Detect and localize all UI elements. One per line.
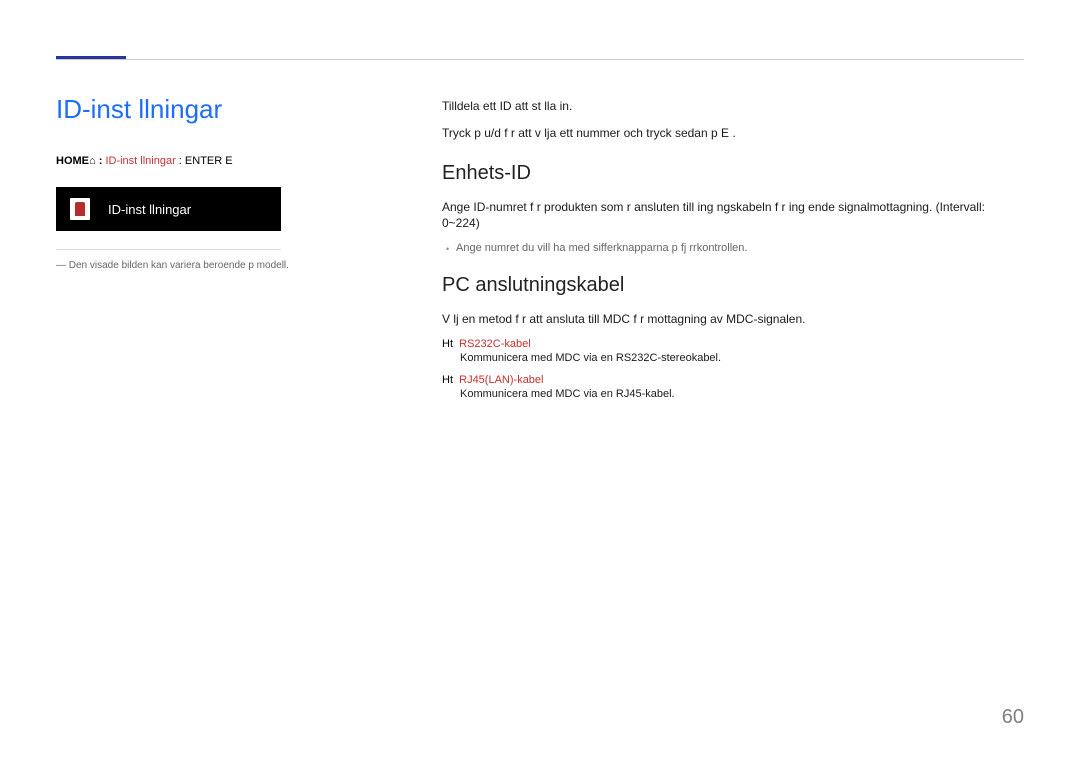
option-label: RS232C-kabel: [459, 338, 531, 350]
thin-separator: [56, 249, 281, 250]
breadcrumb: HOME⌂ : ID-inst llningar : ENTER E: [56, 155, 396, 167]
breadcrumb-home: HOME: [56, 155, 89, 167]
page-number: 60: [1002, 706, 1024, 729]
option-label: RJ45(LAN)-kabel: [459, 374, 543, 386]
intro-text-2: Tryck p u/d f r att v lja ett nummer och…: [442, 125, 1024, 142]
option-rs232c: Ht RS232C-kabel Kommunicera med MDC via …: [442, 338, 1024, 364]
section-body-enhets-id: Ange ID-numret f r produkten som r anslu…: [442, 199, 1024, 233]
menu-preview-box: ID-inst llningar: [56, 187, 281, 231]
section-heading-pc-cable: PC anslutningskabel: [442, 274, 1024, 297]
breadcrumb-tail: : ENTER E: [176, 155, 233, 167]
option-desc: Kommunicera med MDC via en RS232C-stereo…: [460, 352, 1024, 364]
menu-preview-label: ID-inst llningar: [108, 202, 191, 217]
section-heading-enhets-id: Enhets-ID: [442, 162, 1024, 185]
header-divider: [56, 56, 1024, 58]
breadcrumb-current: ID-inst llningar: [105, 155, 175, 167]
page-title: ID-inst llningar: [56, 94, 396, 125]
image-disclaimer: ― Den visade bilden kan variera beroende…: [56, 260, 396, 271]
intro-text-1: Tilldela ett ID att st lla in.: [442, 98, 1024, 115]
option-rj45: Ht RJ45(LAN)-kabel Kommunicera med MDC v…: [442, 374, 1024, 400]
option-desc: Kommunicera med MDC via en RJ45-kabel.: [460, 388, 1024, 400]
id-card-icon: [70, 198, 90, 220]
home-icon: ⌂: [89, 155, 96, 167]
option-prefix: Ht: [442, 338, 453, 350]
section-body-pc-cable: V lj en metod f r att ansluta till MDC f…: [442, 311, 1024, 328]
section-note-enhets-id: Ange numret du vill ha med sifferknappar…: [456, 242, 1024, 254]
option-prefix: Ht: [442, 374, 453, 386]
